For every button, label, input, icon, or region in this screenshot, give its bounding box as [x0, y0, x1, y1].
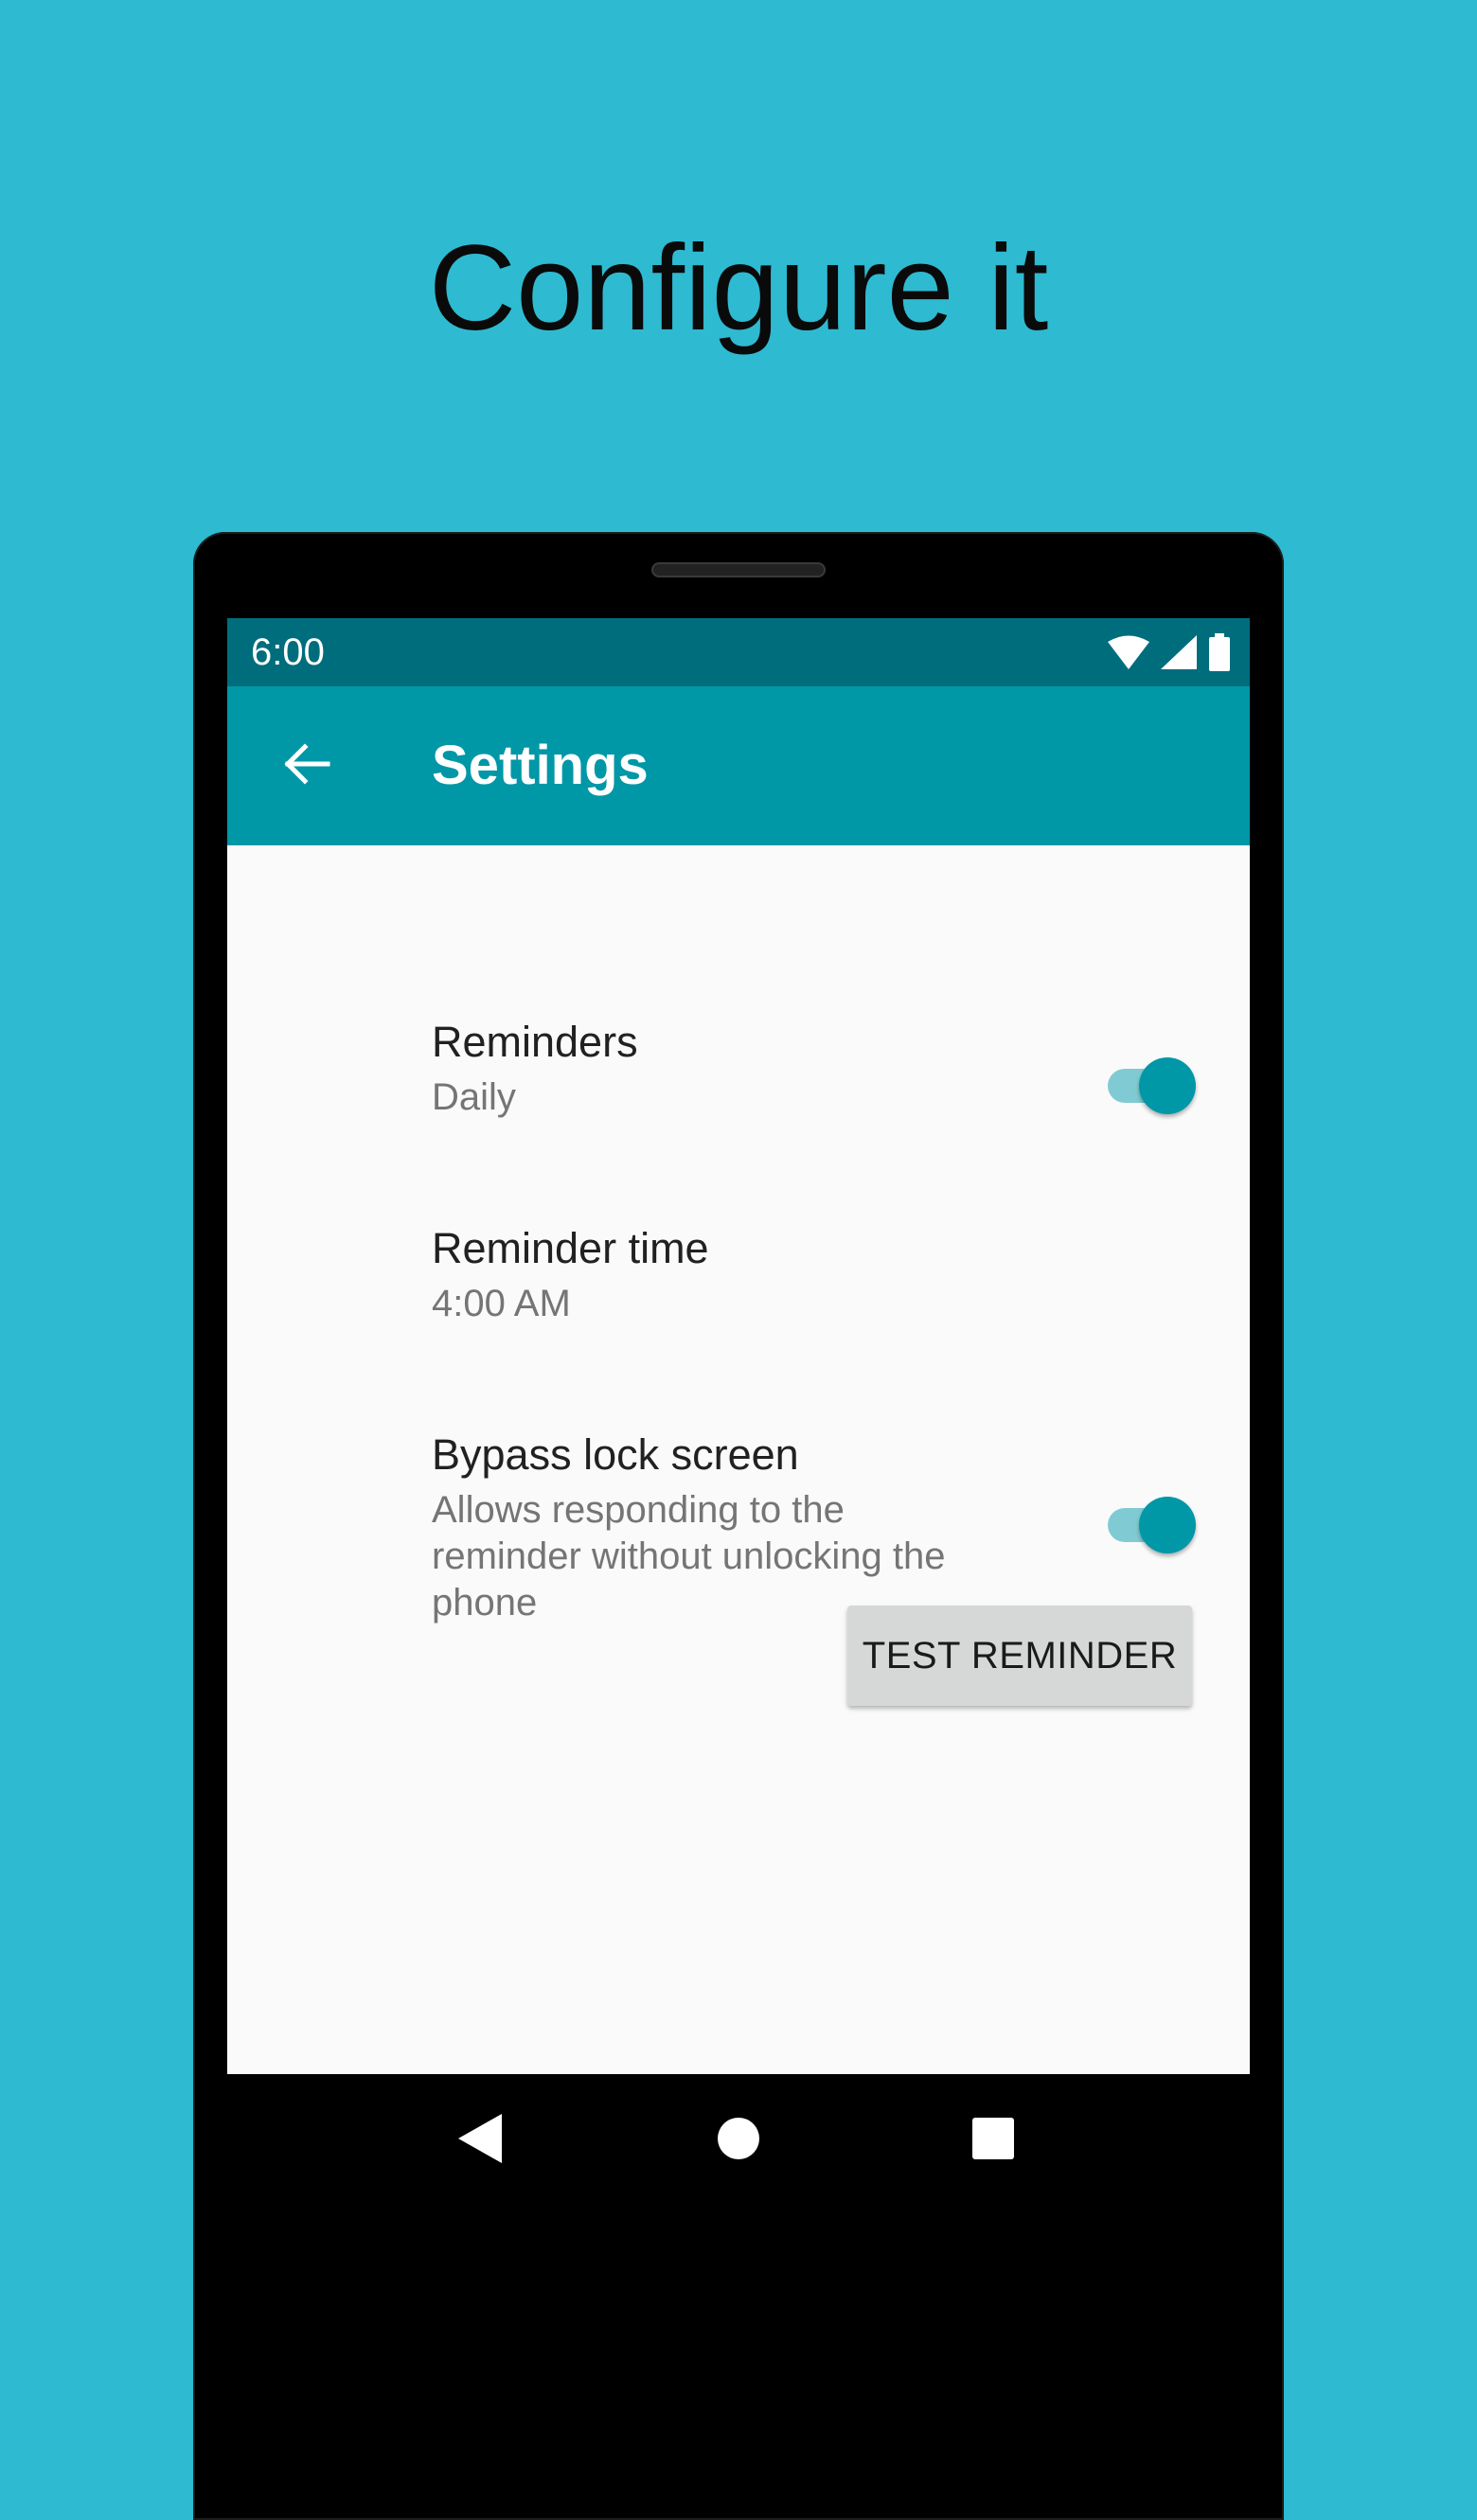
nav-recents-button[interactable] — [936, 2074, 1050, 2207]
headline: Configure it — [428, 221, 1049, 356]
navigation-bar — [193, 2074, 1284, 2207]
pref-bypass-lock-screen-title: Bypass lock screen — [432, 1430, 799, 1479]
nav-recents-icon — [972, 2117, 1014, 2164]
pref-reminders-title: Reminders — [432, 1018, 638, 1066]
nav-back-icon — [458, 2113, 502, 2168]
page-title: Settings — [432, 735, 649, 796]
reminders-switch[interactable] — [1104, 1052, 1199, 1114]
phone-screen: 6:00 Settings Reminders Daily Reminder t… — [227, 618, 1250, 2074]
switch-thumb — [1139, 1497, 1196, 1553]
phone-frame: 6:00 Settings Reminders Daily Reminder t… — [193, 532, 1284, 2520]
status-icons — [1108, 633, 1231, 671]
test-reminder-button[interactable]: TEST REMINDER — [847, 1606, 1192, 1706]
status-time: 6:00 — [251, 631, 325, 673]
switch-thumb — [1139, 1057, 1196, 1114]
wifi-icon — [1108, 635, 1149, 669]
back-button[interactable] — [261, 720, 352, 811]
pref-reminder-time-summary: 4:00 AM — [432, 1283, 571, 1324]
pref-reminder-time[interactable]: Reminder time 4:00 AM — [227, 1222, 1250, 1355]
battery-icon — [1208, 633, 1231, 671]
pref-reminders-summary: Daily — [432, 1076, 516, 1118]
nav-home-icon — [717, 2117, 760, 2165]
pref-reminders[interactable]: Reminders Daily — [227, 1016, 1250, 1167]
nav-back-button[interactable] — [423, 2074, 537, 2207]
status-bar: 6:00 — [227, 618, 1250, 686]
phone-speaker — [651, 562, 826, 577]
app-bar: Settings — [227, 686, 1250, 845]
cell-signal-icon — [1161, 635, 1197, 669]
pref-reminder-time-title: Reminder time — [432, 1224, 709, 1272]
arrow-back-icon — [282, 741, 331, 791]
bypass-lock-screen-switch[interactable] — [1104, 1491, 1199, 1553]
nav-home-button[interactable] — [682, 2074, 795, 2207]
